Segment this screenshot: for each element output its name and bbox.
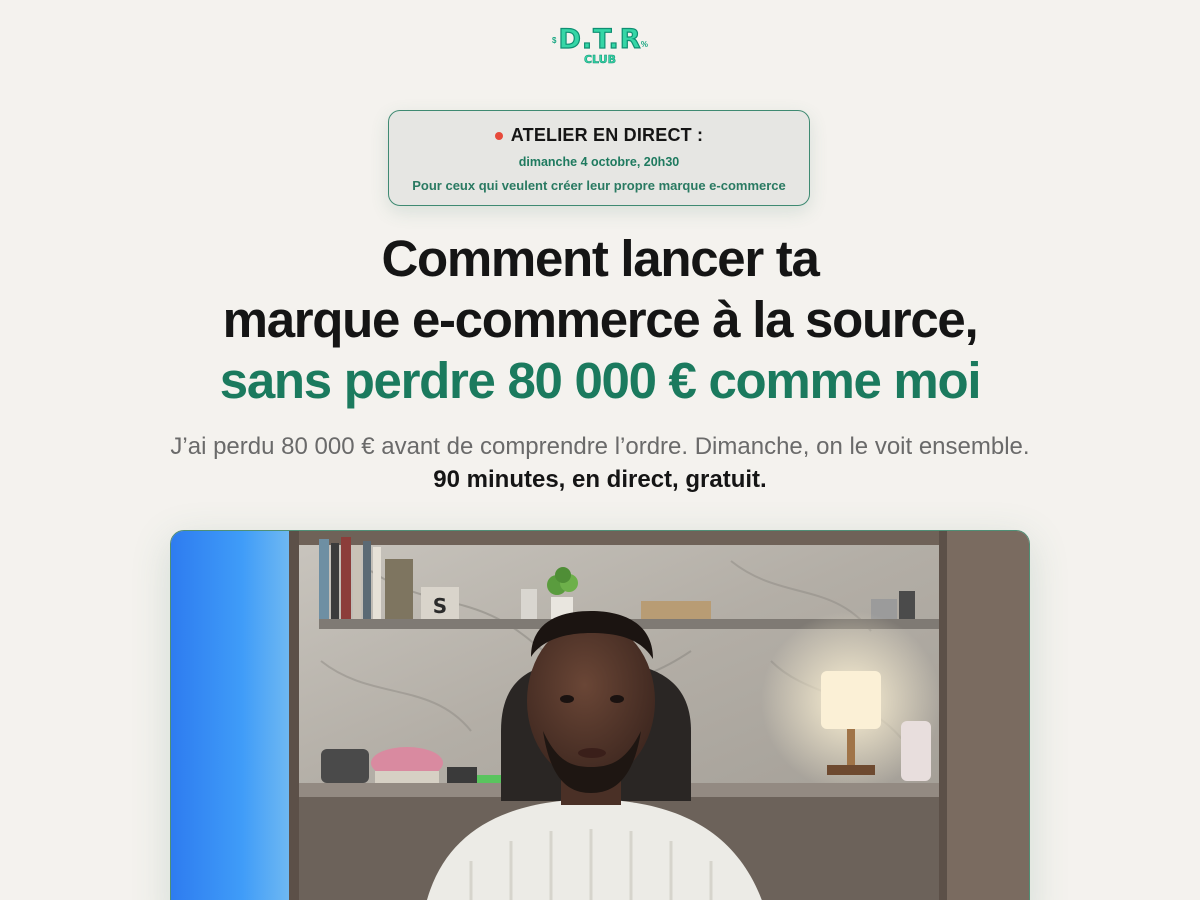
live-event-card: ATELIER EN DIRECT : dimanche 4 octobre, … — [388, 110, 810, 206]
sparkle-icon: % — [640, 40, 648, 49]
headline-line-3: sans perdre 80 000 € comme moi — [219, 352, 982, 409]
logo-main-text: D.T.R — [558, 23, 642, 55]
event-title: ATELIER EN DIRECT : — [510, 125, 704, 145]
event-audience: Pour ceux qui veulent créer leur propre … — [412, 178, 786, 193]
logo-sub-text: CLUB — [583, 53, 617, 67]
landing-page: $ D.T.R CLUB % ATELIER EN DIRECT : diman… — [0, 0, 1200, 900]
headline-line-2: marque e-commerce à la source, — [222, 291, 979, 348]
subtitle-text: J’ai perdu 80 000 € avant de comprendre … — [170, 433, 1030, 460]
video-thumbnail: S — [171, 531, 1029, 900]
event-date: dimanche 4 octobre, 20h30 — [518, 155, 680, 169]
subtitle: J’ai perdu 80 000 € avant de comprendre … — [160, 430, 1040, 496]
video-player[interactable]: S — [170, 530, 1030, 900]
header: $ D.T.R CLUB % — [0, 23, 1200, 72]
live-dot-icon — [494, 131, 503, 140]
shelf-bag-letter: S — [433, 594, 447, 618]
page-title: Comment lancer ta marque e-commerce à la… — [0, 228, 1200, 411]
headline-line-1: Comment lancer ta — [381, 230, 819, 287]
dtr-club-logo[interactable]: $ D.T.R CLUB % — [552, 23, 648, 72]
subtitle-emphasis: 90 minutes, en direct, gratuit. — [433, 466, 767, 493]
event-title-row: ATELIER EN DIRECT : — [389, 125, 809, 146]
